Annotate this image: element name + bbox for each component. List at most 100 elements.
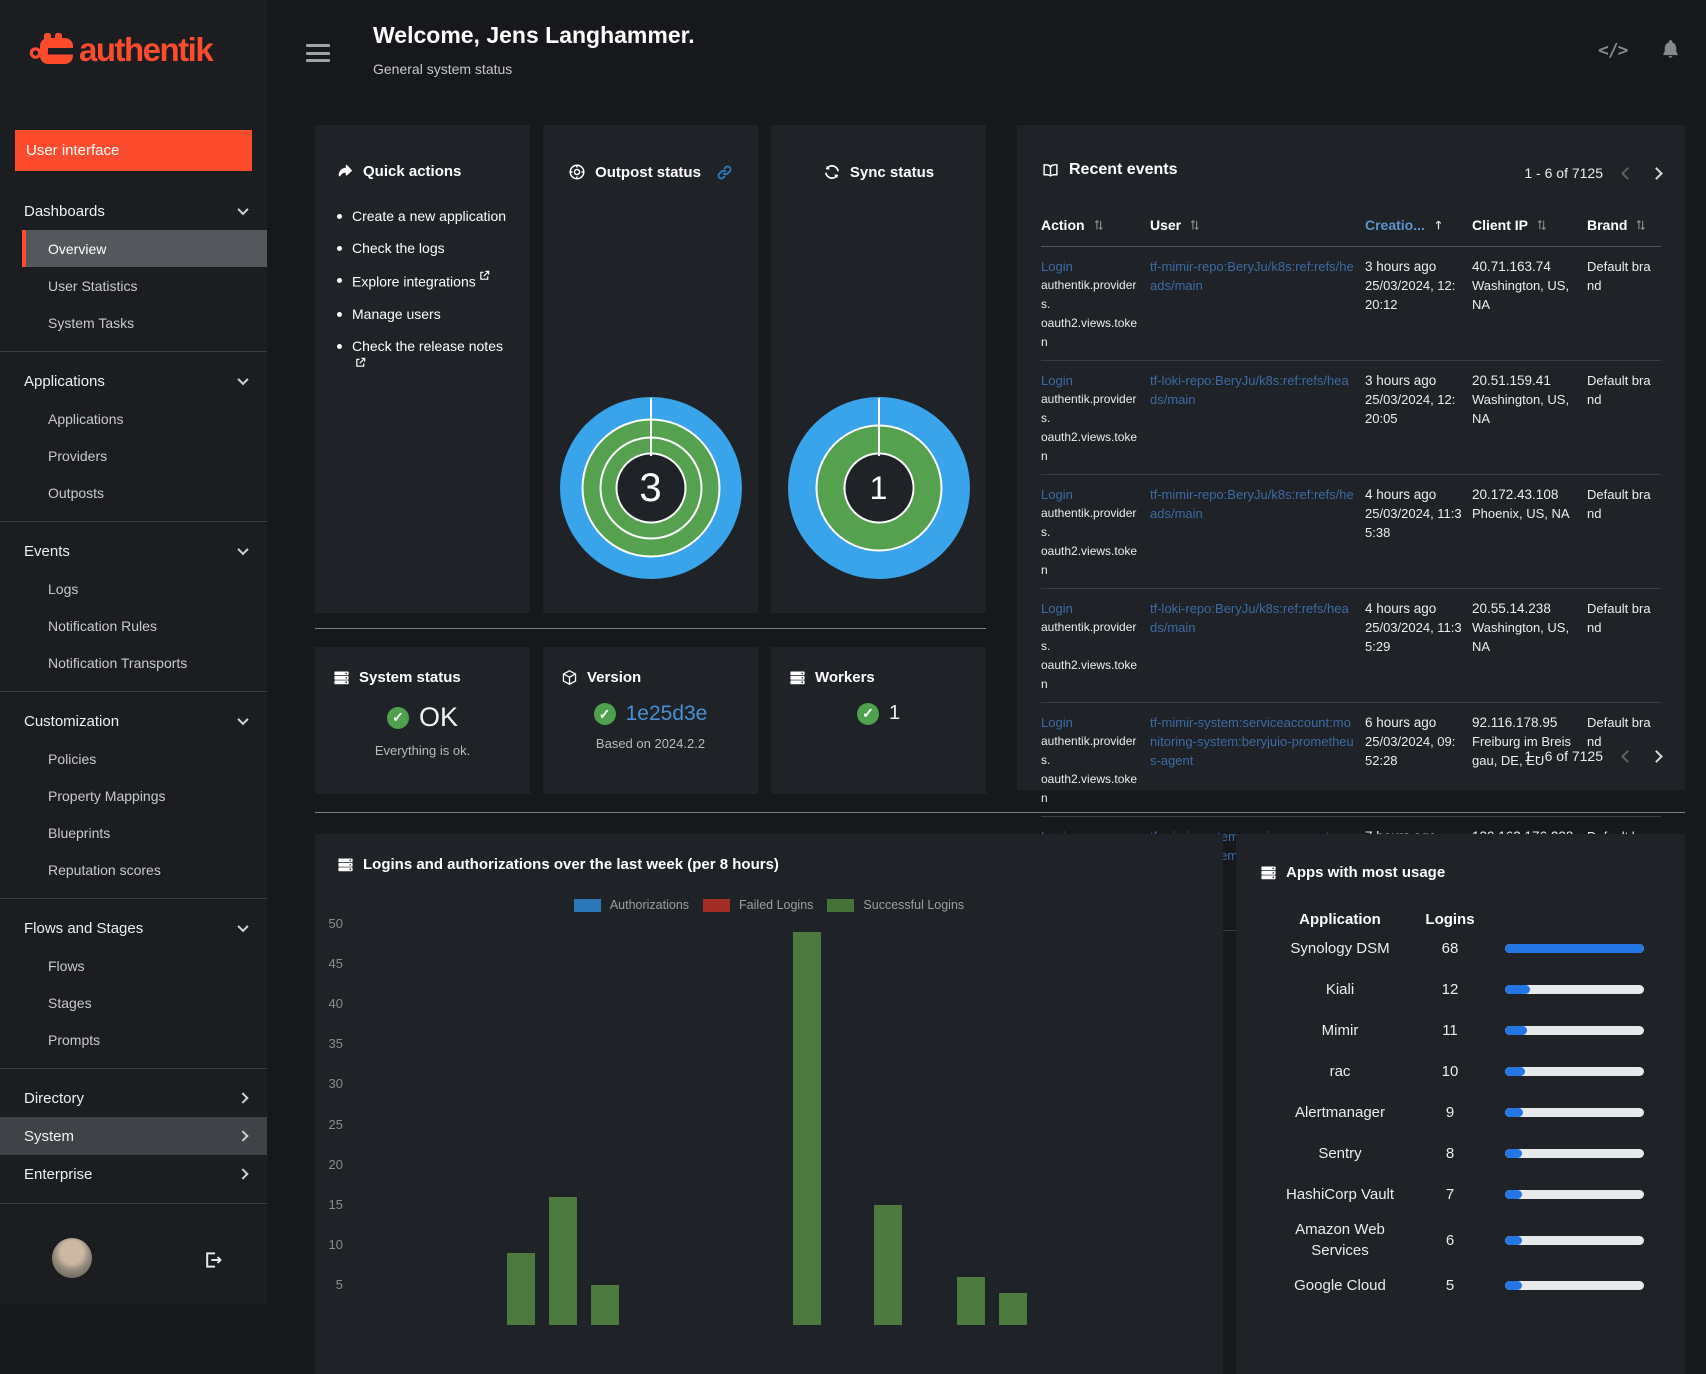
app-logins-count: 8 (1445, 1145, 1455, 1162)
legend-item-authorizations: Authorizations (573, 898, 689, 912)
apps-table-body: Synology DSM 68 Kiali 12 Mimir 11 rac 10 Alertma… (1236, 928, 1685, 1306)
menu-icon[interactable] (306, 44, 330, 62)
sidebar-item-property-mappings[interactable]: Property Mappings (0, 777, 267, 814)
column-header-brand[interactable]: Brand (1587, 217, 1661, 233)
version-value[interactable]: 1e25d3e (626, 702, 708, 726)
event-client-ip-cell: 20.172.43.108 Phoenix, US, NA (1472, 485, 1587, 580)
chevron-right-icon (237, 1092, 249, 1104)
sidebar-item-providers[interactable]: Providers (0, 437, 267, 474)
event-action-link[interactable]: Login (1041, 713, 1073, 732)
column-header-creatio[interactable]: Creatio... (1365, 217, 1472, 233)
sidebar-item-overview[interactable]: Overview (22, 230, 267, 267)
pagination-top: 1 - 6 of 7125 (1524, 165, 1663, 181)
sidebar-item-label: Policies (48, 750, 97, 767)
chart-bar (549, 1196, 578, 1325)
quick-action-text: Manage users (352, 305, 441, 322)
event-action-app: authentik.providers. (1041, 506, 1137, 539)
event-user-cell: tf-loki-repo:BeryJu/k8s:ref:refs/heads/m… (1150, 371, 1365, 466)
quick-action-check-the-release-notes[interactable]: Check the release notes (337, 336, 508, 380)
sidebar-item-label: Providers (48, 447, 108, 464)
apps-usage-card: Apps with most usage Application Logins S… (1236, 834, 1685, 1374)
sidebar-item-label: System Tasks (48, 314, 135, 331)
sidebar-section-dashboards[interactable]: Dashboards (0, 192, 267, 230)
sidebar-item-notification-rules[interactable]: Notification Rules (0, 607, 267, 644)
pagination-next-icon[interactable] (1650, 166, 1663, 180)
avatar[interactable] (52, 1238, 92, 1278)
sidebar-section-enterprise[interactable]: Enterprise (0, 1155, 267, 1193)
progress-fill (1505, 985, 1530, 994)
package-icon (562, 670, 577, 685)
event-user-link[interactable]: tf-loki-repo:BeryJu/k8s:ref:refs/heads/m… (1150, 599, 1355, 637)
legend-label: Failed Logins (739, 898, 814, 912)
sidebar-item-applications[interactable]: Applications (0, 400, 267, 437)
outpost-status-title: Outpost status (595, 163, 701, 181)
event-action-link[interactable]: Login (1041, 371, 1073, 390)
sync-status-donut: 1 (787, 397, 970, 579)
user-interface-button[interactable]: User interface (15, 130, 252, 171)
column-header-client-ip[interactable]: Client IP (1472, 217, 1587, 233)
code-icon[interactable]: </> (1598, 40, 1628, 61)
quick-action-label: Check the logs (352, 238, 445, 259)
sidebar-item-flows[interactable]: Flows (0, 947, 267, 984)
event-timestamp: 25/03/2024, 12:20:05 (1365, 392, 1456, 426)
sidebar-item-notification-transports[interactable]: Notification Transports (0, 644, 267, 681)
sidebar-section-label: Customization (24, 712, 120, 730)
event-user-link[interactable]: tf-loki-repo:BeryJu/k8s:ref:refs/heads/m… (1150, 371, 1355, 409)
apps-row: Google Cloud 5 (1236, 1265, 1685, 1306)
bell-icon[interactable] (1660, 38, 1681, 60)
pagination-next-icon[interactable] (1650, 749, 1663, 763)
quick-action-create-a-new-application[interactable]: Create a new application (337, 206, 508, 227)
event-user-link[interactable]: tf-mimir-repo:BeryJu/k8s:ref:refs/heads/… (1150, 257, 1355, 295)
app-usage-bar (1480, 1067, 1669, 1076)
event-action-link[interactable]: Login (1041, 257, 1073, 276)
link-icon[interactable] (716, 164, 733, 181)
sidebar-item-policies[interactable]: Policies (0, 740, 267, 777)
sign-out-icon[interactable] (203, 1250, 223, 1270)
logo-wordmark: authentik (79, 31, 214, 68)
sidebar-item-outposts[interactable]: Outposts (0, 474, 267, 511)
system-status-value: OK (418, 702, 458, 732)
event-user-link[interactable]: tf-mimir-system:serviceaccount:monitorin… (1150, 713, 1355, 770)
pagination-prev-icon[interactable] (1621, 749, 1634, 763)
event-action-link[interactable]: Login (1041, 485, 1073, 504)
event-user-link[interactable]: tf-mimir-repo:BeryJu/k8s:ref:refs/heads/… (1150, 485, 1355, 523)
bullet-icon (337, 278, 342, 283)
sidebar-item-system-tasks[interactable]: System Tasks (0, 304, 267, 341)
bullet-icon (337, 343, 342, 349)
quick-action-manage-users[interactable]: Manage users (337, 304, 508, 325)
sidebar-section-events[interactable]: Events (0, 532, 267, 570)
sidebar-section-applications[interactable]: Applications (0, 362, 267, 400)
sidebar-item-stages[interactable]: Stages (0, 984, 267, 1021)
sidebar-item-prompts[interactable]: Prompts (0, 1021, 267, 1058)
sidebar-section-directory[interactable]: Directory (0, 1079, 267, 1117)
column-header-user[interactable]: User (1150, 217, 1365, 233)
sidebar-item-label: Logs (48, 580, 79, 597)
event-brand-cell: Default brand (1587, 601, 1651, 635)
recent-events-card: Recent events 1 - 6 of 7125 Action User Cr… (1017, 125, 1685, 931)
divider (0, 691, 267, 692)
quick-action-text: Create a new application (352, 208, 507, 224)
event-time-ago: 4 hours ago (1365, 601, 1437, 616)
legend-swatch (703, 898, 731, 912)
chart-bar (999, 1292, 1028, 1325)
progress-track (1505, 1190, 1644, 1199)
sidebar-item-user-statistics[interactable]: User Statistics (0, 267, 267, 304)
app-usage-bar (1480, 1281, 1669, 1290)
event-action-link[interactable]: Login (1041, 599, 1073, 618)
sidebar-item-blueprints[interactable]: Blueprints (0, 814, 267, 851)
quick-action-explore-integrations[interactable]: Explore integrations (337, 270, 508, 293)
quick-action-check-the-logs[interactable]: Check the logs (337, 238, 508, 259)
sidebar-item-logs[interactable]: Logs (0, 570, 267, 607)
sidebar-section-system[interactable]: System (0, 1117, 267, 1155)
column-header-action[interactable]: Action (1041, 217, 1150, 233)
version-description: Based on 2024.2.2 (595, 736, 706, 751)
page-title: Welcome, Jens Langhammer. (373, 22, 695, 48)
pagination-prev-icon[interactable] (1621, 166, 1634, 180)
sidebar-section-customization[interactable]: Customization (0, 702, 267, 740)
sidebar-item-reputation-scores[interactable]: Reputation scores (0, 851, 267, 888)
event-action-app: oauth2.views.token (1041, 316, 1138, 349)
authentik-logo[interactable]: authentik (29, 30, 214, 70)
sidebar-section-flows-and-stages[interactable]: Flows and Stages (0, 909, 267, 947)
y-axis-tick: 35 (328, 1036, 343, 1052)
sidebar-item-label: Property Mappings (48, 787, 166, 804)
